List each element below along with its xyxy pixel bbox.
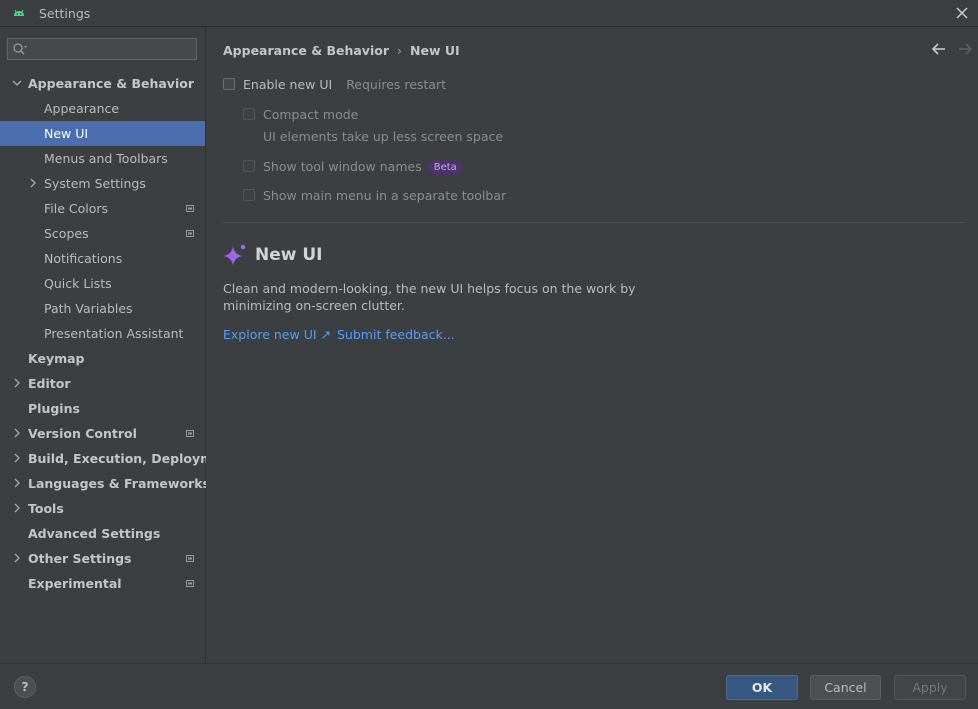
tree-item-label: Scopes [44,226,89,241]
tree-item-menus-toolbars[interactable]: Menus and Toolbars [0,146,205,171]
project-level-icon [186,205,194,212]
settings-tree: Appearance & Behavior Appearance New UI … [0,71,236,596]
tree-item-label: System Settings [44,176,146,191]
window-title: Settings [39,6,91,21]
tree-item-label: Path Variables [44,301,133,316]
settings-sidebar: Appearance & Behavior Appearance New UI … [0,27,236,663]
tree-item-quick-lists[interactable]: Quick Lists [0,271,205,296]
enable-new-ui-text: Enable new UI Requires restart [243,77,446,92]
tree-item-file-colors[interactable]: File Colors [0,196,205,221]
tree-item-label: Appearance & Behavior [28,76,194,91]
tree-item-label: Menus and Toolbars [44,151,168,166]
tree-item-keymap[interactable]: Keymap [0,346,205,371]
tree-item-experimental[interactable]: Experimental [0,571,205,596]
divider [223,222,965,223]
compact-mode-checkbox[interactable] [243,108,255,120]
compact-mode-label: Compact mode [263,107,359,122]
tree-item-tools[interactable]: Tools [0,496,205,521]
promo-title: New UI [255,245,323,265]
breadcrumb-parent[interactable]: Appearance & Behavior [223,43,389,58]
tree-item-new-ui[interactable]: New UI [0,121,205,146]
tree-item-system-settings[interactable]: System Settings [0,171,205,196]
tree-item-editor[interactable]: Editor [0,371,205,396]
tree-item-label: Plugins [28,401,80,416]
show-tool-window-names-label: Show tool window names [263,159,422,174]
chevron-down-icon[interactable] [12,78,22,88]
tree-item-path-variables[interactable]: Path Variables [0,296,205,321]
explore-new-ui-link[interactable]: Explore new UI ↗ [223,327,331,342]
promo-description: Clean and modern-looking, the new UI hel… [223,281,636,313]
tree-item-notifications[interactable]: Notifications [0,246,205,271]
apply-button[interactable]: Apply [894,675,966,700]
settings-content: Appearance & Behavior › New UI Enable new … [206,27,978,663]
search-input[interactable] [34,41,192,57]
show-tool-window-names-text: Show tool window names Beta [263,159,463,175]
tree-item-version-control[interactable]: Version Control [0,421,205,446]
tree-item-advanced-settings[interactable]: Advanced Settings [0,521,205,546]
tree-item-label: Tools [28,501,64,516]
tree-item-appearance[interactable]: Appearance [0,96,205,121]
beta-badge: Beta [427,160,463,175]
tree-item-label: New UI [44,126,89,141]
chevron-right-icon[interactable] [28,178,38,188]
close-icon[interactable] [952,3,972,23]
tree-item-build-execution-deployment[interactable]: Build, Execution, Deployment [0,446,236,471]
requires-restart-hint: Requires restart [346,77,447,92]
tree-item-other-settings[interactable]: Other Settings [0,546,205,571]
tree-item-label: Appearance [44,101,120,116]
tree-item-presentation-assistant[interactable]: Presentation Assistant [0,321,205,346]
forward-arrow-icon[interactable] [957,41,973,57]
chevron-right-icon[interactable] [12,503,22,513]
search-icon [13,43,27,55]
help-button[interactable]: ? [14,676,36,698]
chevron-right-icon[interactable] [12,553,22,563]
android-icon [14,9,24,16]
chevron-right-icon[interactable] [12,478,22,488]
separate-main-menu-checkbox[interactable] [243,189,255,201]
dialog-footer: ? OK Cancel Apply [0,663,978,709]
enable-new-ui-label: Enable new UI [243,77,333,92]
breadcrumb: Appearance & Behavior › New UI [223,43,460,58]
separate-main-menu-label: Show main menu in a separate toolbar [263,188,507,203]
back-arrow-icon[interactable] [931,41,947,57]
chevron-right-icon[interactable] [12,378,22,388]
tree-item-label: Languages & Frameworks [28,476,210,491]
breadcrumb-separator: › [397,43,402,58]
project-level-icon [186,555,194,562]
show-tool-window-names-checkbox[interactable] [243,160,255,172]
compact-mode-hint: UI elements take up less screen space [263,129,504,144]
tree-item-label: Presentation Assistant [44,326,184,341]
project-level-icon [186,580,194,587]
search-box[interactable] [7,38,197,60]
breadcrumb-current: New UI [410,43,460,58]
tree-item-label: Version Control [28,426,137,441]
tree-item-label: Keymap [28,351,85,366]
project-level-icon [186,430,194,437]
project-level-icon [186,230,194,237]
tree-item-label: Advanced Settings [28,526,161,541]
tree-item-label: Experimental [28,576,122,591]
sparkle-icon [223,244,246,266]
tree-item-appearance-behavior[interactable]: Appearance & Behavior [0,71,205,96]
enable-new-ui-checkbox[interactable] [223,78,235,90]
tree-item-label: File Colors [44,201,109,216]
tree-item-label: Editor [28,376,71,391]
chevron-right-icon[interactable] [12,453,22,463]
tree-item-label: Notifications [44,251,123,266]
ok-button[interactable]: OK [726,675,798,700]
tree-item-scopes[interactable]: Scopes [0,221,205,246]
tree-item-plugins[interactable]: Plugins [0,396,205,421]
title-bar: Settings [0,0,978,27]
tree-item-label: Other Settings [28,551,132,566]
cancel-button[interactable]: Cancel [810,675,881,700]
submit-feedback-link[interactable]: Submit feedback... [337,327,455,342]
tree-item-label: Quick Lists [44,276,112,291]
chevron-right-icon[interactable] [12,428,22,438]
tree-item-languages-frameworks[interactable]: Languages & Frameworks [0,471,210,496]
